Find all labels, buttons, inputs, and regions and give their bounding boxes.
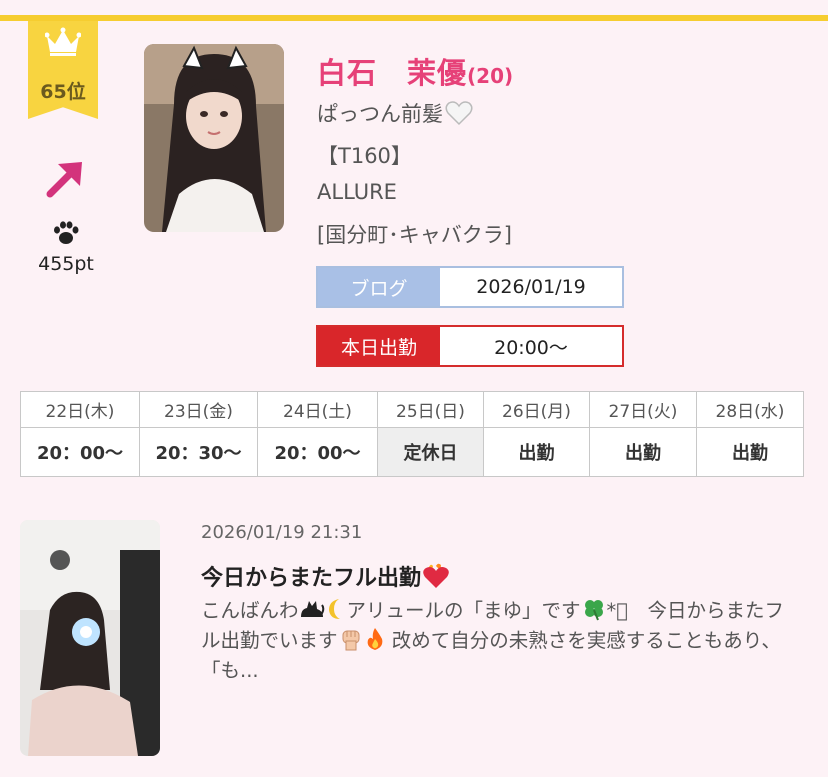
- post-text-2: アリュールの「まゆ」です: [346, 599, 581, 622]
- name-text: 白石 茉優: [317, 56, 468, 90]
- white-heart-icon: [445, 101, 473, 126]
- four-leaf-clover-icon: [584, 600, 603, 621]
- schedule-time: 20：00〜: [20, 427, 140, 477]
- schedule-day: 25日(日): [377, 391, 484, 428]
- schedule-day: 23日(金): [139, 391, 258, 428]
- rank-text: 65位: [40, 81, 86, 103]
- height-text: 【T160】: [317, 144, 412, 168]
- schedule-time: 20：00〜: [257, 427, 378, 477]
- paw-icon: [54, 221, 79, 244]
- area-category: [国分町･キャバクラ]: [317, 223, 512, 247]
- weekly-schedule: 22日(木) 23日(金) 24日(土) 25日(日) 26日(月) 27日(火…: [20, 391, 804, 477]
- profile-photo-image: [144, 44, 284, 232]
- black-cat-icon: [300, 601, 324, 617]
- schedule-day: 24日(土): [257, 391, 378, 428]
- rank-badge: 65位: [28, 21, 98, 119]
- schedule-day: 22日(木): [20, 391, 140, 428]
- post-datetime: 2026/01/19 21:31: [201, 522, 363, 543]
- profile-photo[interactable]: [144, 44, 284, 232]
- top-accent-bar: [0, 15, 828, 21]
- schedule-time: 20：30〜: [139, 427, 258, 477]
- arrow-up-right-icon: [46, 162, 82, 198]
- crescent-moon-icon: [328, 599, 340, 619]
- today-time: 20:00〜: [494, 336, 568, 359]
- post-thumbnail[interactable]: [20, 520, 160, 756]
- cast-name[interactable]: 白石 茉優(20): [317, 50, 513, 92]
- schedule-time: 出勤: [696, 427, 804, 477]
- catchphrase-text: ぱっつん前髪: [317, 102, 443, 126]
- today-label: 本日出勤: [318, 327, 440, 365]
- schedule-time: 出勤: [483, 427, 590, 477]
- points-text: 455pt: [38, 253, 94, 275]
- blog-label: ブログ: [318, 268, 440, 306]
- schedule-time: 定休日: [377, 427, 484, 477]
- schedule-day: 27日(火): [589, 391, 697, 428]
- post-thumbnail-image: [20, 520, 160, 756]
- age-text: (20): [467, 64, 514, 88]
- catchphrase: ぱっつん前髪: [317, 98, 473, 128]
- schedule-day: 26日(月): [483, 391, 590, 428]
- blog-date: 2026/01/19: [476, 276, 586, 298]
- crown-icon: [45, 27, 81, 56]
- post-title-text: 今日からまたフル出勤: [201, 566, 422, 591]
- heart-on-fire-icon: [423, 563, 449, 588]
- shop-name[interactable]: ALLURE: [317, 180, 397, 204]
- today-shift: 本日出勤 20:00〜: [316, 325, 624, 367]
- post-excerpt[interactable]: こんばんわ アリュールの「まゆ」です *ﾟ 今日からまたフル出勤でいます 改めて…: [201, 596, 801, 686]
- schedule-day: 28日(水): [696, 391, 804, 428]
- raised-fist-icon: [342, 630, 360, 651]
- post-text-1: こんばんわ: [201, 599, 299, 622]
- schedule-time: 出勤: [589, 427, 697, 477]
- post-title[interactable]: 今日からまたフル出勤: [201, 560, 451, 592]
- fire-icon: [367, 628, 382, 650]
- blog-link[interactable]: ブログ 2026/01/19: [316, 266, 624, 308]
